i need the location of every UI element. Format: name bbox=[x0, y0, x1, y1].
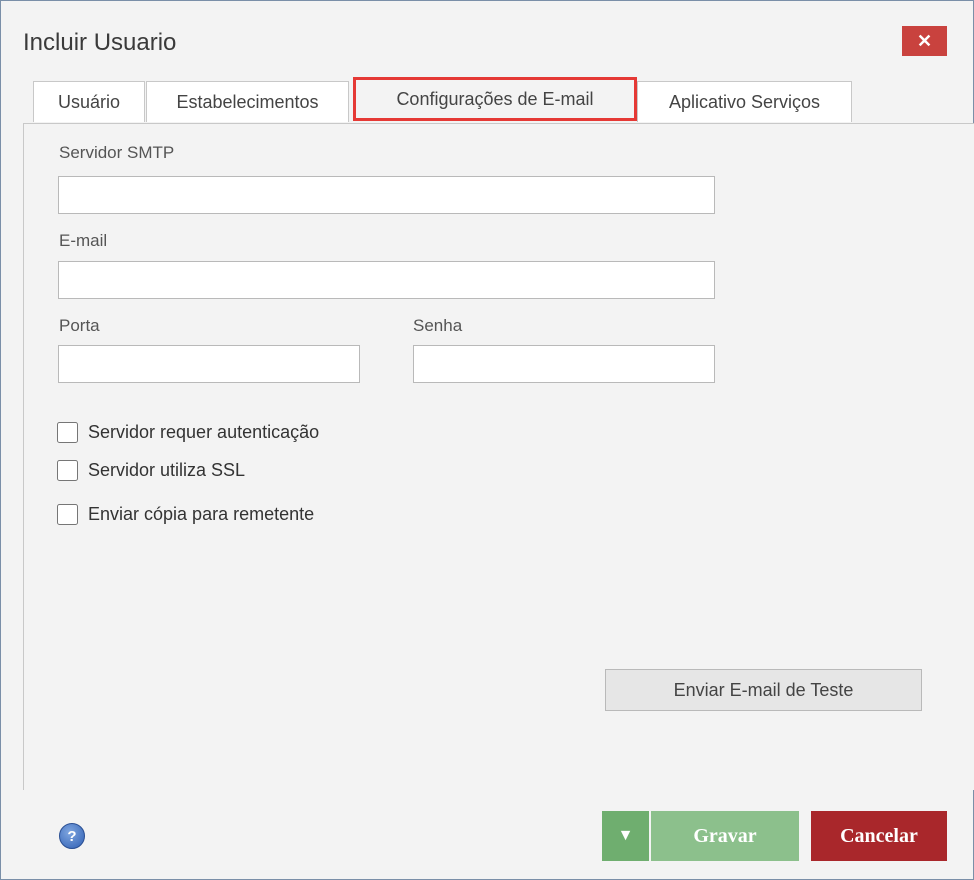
cancel-button[interactable]: Cancelar bbox=[811, 811, 947, 861]
ssl-label: Servidor utiliza SSL bbox=[88, 460, 246, 480]
auth-required-checkbox[interactable] bbox=[57, 422, 78, 443]
tab-label: Configurações de E-mail bbox=[396, 88, 594, 109]
password-label: Senha bbox=[413, 316, 463, 335]
send-test-email-button[interactable]: Enviar E-mail de Teste bbox=[605, 669, 922, 711]
dialog-title: Incluir Usuario bbox=[23, 29, 177, 56]
close-button[interactable]: ✕ bbox=[902, 26, 947, 56]
ssl-row: Servidor utiliza SSL bbox=[57, 460, 245, 481]
auth-required-row: Servidor requer autenticação bbox=[57, 422, 319, 443]
save-button[interactable]: Gravar bbox=[651, 811, 799, 861]
email-input[interactable] bbox=[58, 261, 715, 299]
close-icon: ✕ bbox=[916, 30, 933, 51]
tab-strip: Usuário Estabelecimentos Configurações d… bbox=[1, 77, 973, 124]
port-label: Porta bbox=[59, 316, 100, 335]
tab-aplicativo-servicos[interactable]: Aplicativo Serviços bbox=[637, 81, 852, 122]
copy-sender-label: Enviar cópia para remetente bbox=[88, 504, 315, 524]
smtp-label: Servidor SMTP bbox=[59, 143, 175, 162]
tab-label: Estabelecimentos bbox=[176, 91, 319, 112]
copy-sender-checkbox[interactable] bbox=[57, 504, 78, 525]
copy-sender-row: Enviar cópia para remetente bbox=[57, 504, 314, 525]
auth-required-label: Servidor requer autenticação bbox=[88, 422, 320, 442]
title-bar: Incluir Usuario ✕ bbox=[1, 1, 973, 81]
password-input[interactable] bbox=[413, 345, 715, 383]
chevron-down-icon: ▼ bbox=[617, 827, 634, 844]
smtp-server-input[interactable] bbox=[58, 176, 715, 214]
dialog-window: Incluir Usuario ✕ Usuário Estabeleciment… bbox=[0, 0, 974, 880]
help-icon[interactable]: ? bbox=[59, 823, 85, 849]
tab-usuario[interactable]: Usuário bbox=[33, 81, 145, 122]
tab-configuracoes-email[interactable]: Configurações de E-mail bbox=[353, 77, 637, 121]
email-label: E-mail bbox=[59, 231, 108, 250]
tab-estabelecimentos[interactable]: Estabelecimentos bbox=[146, 81, 349, 122]
ssl-checkbox[interactable] bbox=[57, 460, 78, 481]
tab-label: Usuário bbox=[57, 91, 121, 112]
port-input[interactable] bbox=[58, 345, 360, 383]
tab-label: Aplicativo Serviços bbox=[668, 91, 821, 112]
save-options-dropdown[interactable]: ▼ bbox=[602, 811, 649, 861]
